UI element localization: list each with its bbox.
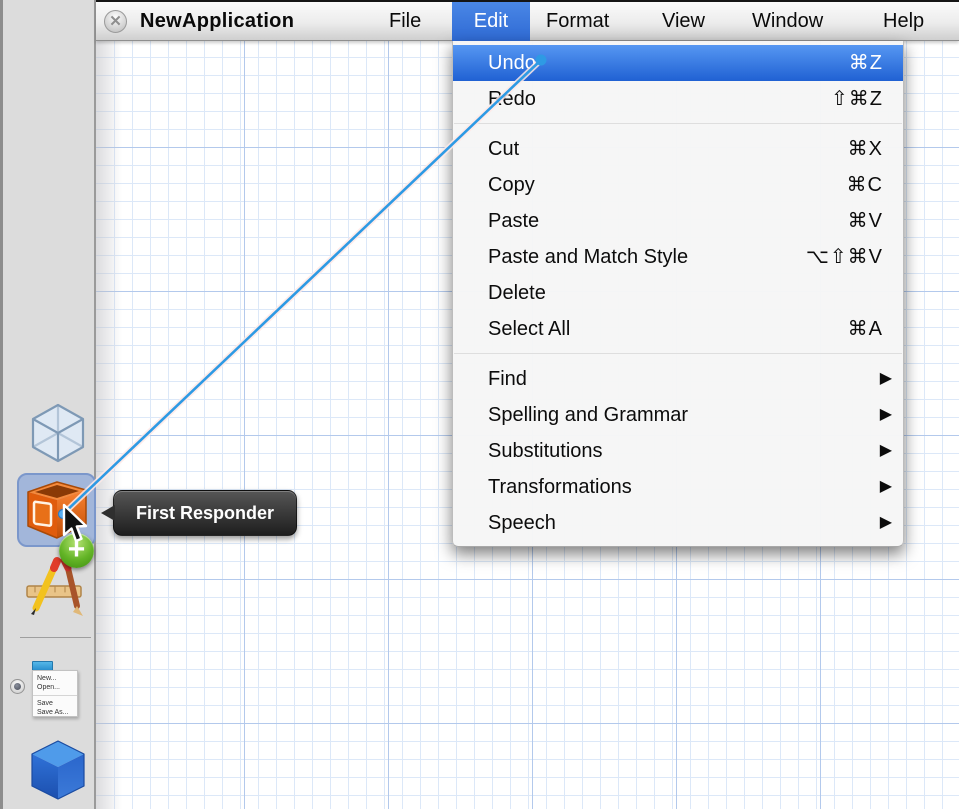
menu-item-label: Undo bbox=[488, 52, 536, 74]
menu-item-find[interactable]: Find ▶ bbox=[453, 361, 903, 397]
menu-item-copy[interactable]: Copy ⌘C bbox=[453, 167, 903, 203]
minidoc-item: Save bbox=[37, 699, 77, 708]
interface-builder-canvas: New... Open... Save Save As... bbox=[0, 0, 959, 809]
menu-item-transformations[interactable]: Transformations ▶ bbox=[453, 469, 903, 505]
menu-item-paste[interactable]: Paste ⌘V bbox=[453, 203, 903, 239]
submenu-arrow-icon: ▶ bbox=[880, 469, 892, 505]
objects-sidebar: New... Open... Save Save As... bbox=[0, 0, 96, 809]
menu-item-undo[interactable]: Undo ⌘Z bbox=[453, 45, 903, 81]
menu-item-label: Transformations bbox=[488, 476, 632, 498]
minidoc-item: New... bbox=[37, 674, 77, 683]
minidoc-separator bbox=[33, 695, 77, 696]
menu-item-delete[interactable]: Delete bbox=[453, 275, 903, 311]
menu-item-cut[interactable]: Cut ⌘X bbox=[453, 131, 903, 167]
minidoc-panel: New... Open... Save Save As... bbox=[32, 670, 78, 717]
main-menu-document-icon[interactable]: New... Open... Save Save As... bbox=[31, 661, 79, 718]
tooltip-text: First Responder bbox=[136, 503, 274, 523]
placeholder-cube-icon[interactable] bbox=[30, 402, 86, 464]
submenu-arrow-icon: ▶ bbox=[880, 361, 892, 397]
submenu-arrow-icon: ▶ bbox=[880, 433, 892, 469]
menu-item-label: Paste and Match Style bbox=[488, 246, 688, 268]
menu-item-select-all[interactable]: Select All ⌘A bbox=[453, 311, 903, 347]
menubar-item-view[interactable]: View bbox=[662, 2, 705, 41]
menu-item-paste-match-style[interactable]: Paste and Match Style ⌥⇧⌘V bbox=[453, 239, 903, 275]
menu-item-spelling-grammar[interactable]: Spelling and Grammar ▶ bbox=[453, 397, 903, 433]
shortcut: ⌘X bbox=[848, 131, 883, 167]
submenu-arrow-icon: ▶ bbox=[880, 505, 892, 541]
menu-item-speech[interactable]: Speech ▶ bbox=[453, 505, 903, 541]
sidebar-divider bbox=[20, 637, 91, 638]
shortcut: ⌘A bbox=[848, 311, 883, 347]
menu-item-label: Cut bbox=[488, 138, 519, 160]
menu-separator bbox=[453, 117, 903, 131]
menu-item-label: Paste bbox=[488, 210, 539, 232]
menubar-item-window[interactable]: Window bbox=[752, 2, 823, 41]
close-icon[interactable]: ✕ bbox=[104, 10, 127, 33]
shortcut: ⌘C bbox=[847, 167, 883, 203]
shortcut: ⌥⇧⌘V bbox=[806, 239, 883, 275]
submenu-arrow-icon: ▶ bbox=[880, 397, 892, 433]
menu-item-label: Substitutions bbox=[488, 440, 603, 462]
radio-dot bbox=[14, 683, 21, 690]
menu-item-label: Redo bbox=[488, 88, 536, 110]
shortcut: ⇧⌘Z bbox=[831, 81, 883, 117]
menubar-item-format[interactable]: Format bbox=[546, 2, 609, 41]
menu-item-substitutions[interactable]: Substitutions ▶ bbox=[453, 433, 903, 469]
tooltip-tail bbox=[101, 505, 115, 521]
menu-item-label: Copy bbox=[488, 174, 535, 196]
edit-dropdown-menu: Undo ⌘Z Redo ⇧⌘Z Cut ⌘X Copy ⌘C Paste ⌘V… bbox=[452, 41, 904, 547]
menu-item-label: Spelling and Grammar bbox=[488, 404, 688, 426]
shortcut: ⌘V bbox=[848, 203, 883, 239]
menubar-item-edit[interactable]: Edit bbox=[452, 2, 530, 41]
menubar-item-help[interactable]: Help bbox=[883, 2, 924, 41]
shortcut: ⌘Z bbox=[849, 45, 883, 81]
menubar-item-file[interactable]: File bbox=[389, 2, 421, 41]
first-responder-tooltip: First Responder bbox=[113, 490, 297, 536]
minidoc-item: Open... bbox=[37, 683, 77, 692]
menu-item-label: Speech bbox=[488, 512, 556, 534]
menubar-app-title[interactable]: NewApplication bbox=[140, 2, 294, 41]
menu-item-label: Delete bbox=[488, 282, 546, 304]
menu-selected-radio[interactable] bbox=[10, 679, 25, 694]
minidoc-item: Save As... bbox=[37, 708, 77, 717]
mouse-cursor-icon bbox=[61, 503, 89, 545]
menu-item-redo[interactable]: Redo ⇧⌘Z bbox=[453, 81, 903, 117]
menu-separator bbox=[453, 347, 903, 361]
menu-item-label: Find bbox=[488, 368, 527, 390]
menu-item-label: Select All bbox=[488, 318, 570, 340]
menu-bar: ✕ NewApplication File Edit Format View W… bbox=[96, 0, 959, 41]
object-cube-icon[interactable] bbox=[30, 739, 86, 801]
